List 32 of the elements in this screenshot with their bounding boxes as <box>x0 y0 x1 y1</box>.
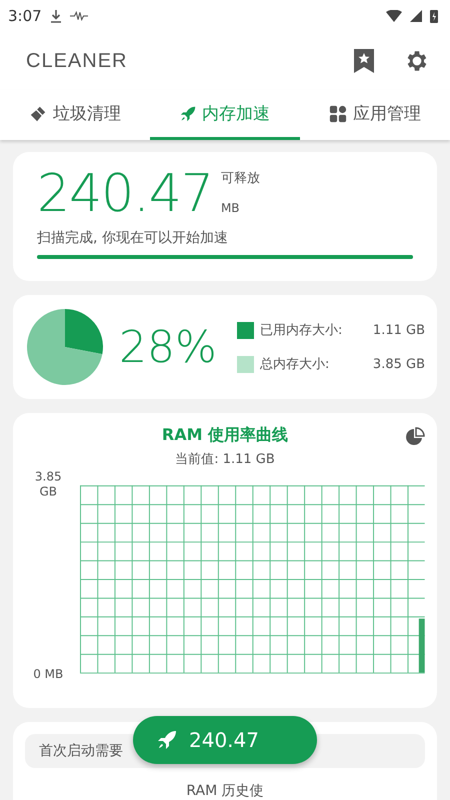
pie-chart-icon[interactable] <box>405 427 425 448</box>
release-amount: 240.47 <box>37 166 213 224</box>
status-time: 3:07 <box>8 7 42 25</box>
y-tick-label: 0 MB <box>32 667 64 682</box>
release-caption: 可释放 <box>220 170 260 188</box>
rocket-icon <box>157 730 177 750</box>
signal-icon <box>410 10 422 22</box>
tab[interactable]: 垃圾清理 <box>0 90 150 140</box>
tab[interactable]: 内存加速 <box>150 90 300 140</box>
app-title: CLEANER <box>26 50 128 72</box>
release-unit: MB <box>220 201 241 216</box>
legend-label: 总内存大小: <box>260 356 330 374</box>
legend-value: 3.85 GB <box>372 356 425 372</box>
y-tick-label: 3.85 GB <box>34 470 63 499</box>
chart-title: RAM 使用率曲线 <box>162 425 288 446</box>
download-icon <box>50 9 62 23</box>
pulse-icon <box>70 11 88 21</box>
legend-label: 已用内存大小: <box>260 322 344 340</box>
usage-bar <box>419 618 425 673</box>
scan-message: 扫描完成, 你现在可以开始加速 <box>37 229 229 248</box>
tab[interactable]: 应用管理 <box>300 90 450 140</box>
notice-text: 首次启动需要 <box>39 743 123 760</box>
rocket-icon <box>180 106 196 122</box>
boost-button[interactable]: 240.47 <box>133 716 317 764</box>
bookmark-star-icon[interactable] <box>354 49 374 73</box>
current-value: 当前值: 1.11 GB <box>175 451 275 468</box>
wifi-icon <box>386 10 402 22</box>
legend-value: 1.11 GB <box>372 322 425 338</box>
battery-icon <box>430 9 438 23</box>
grid-icon <box>329 104 347 122</box>
history-title: RAM 历史使 <box>186 782 264 800</box>
memory-percent: 28% <box>119 322 218 373</box>
